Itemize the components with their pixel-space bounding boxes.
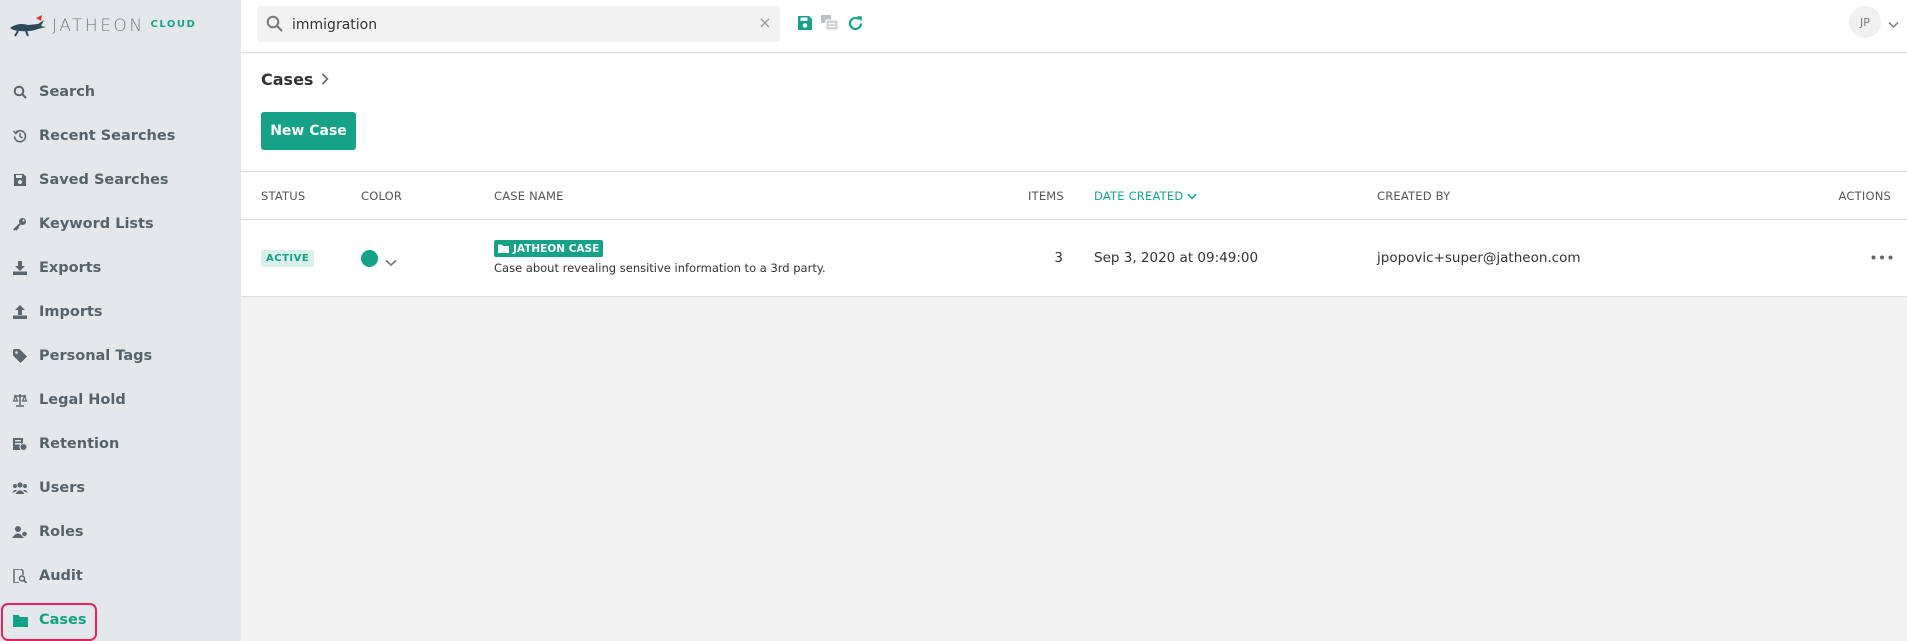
save-search-button[interactable] xyxy=(794,12,816,34)
compare-icon xyxy=(821,15,839,31)
upload-icon xyxy=(12,304,28,320)
sidebar-item-retention[interactable]: Retention xyxy=(0,422,241,466)
search-bar: × xyxy=(257,6,780,42)
sidebar-item-label: Audit xyxy=(39,568,83,584)
tag-icon xyxy=(12,348,28,364)
column-header-actions: ACTIONS xyxy=(1838,189,1891,203)
column-header-created-by[interactable]: CREATED BY xyxy=(1377,189,1450,203)
case-created-by: jpopovic+super@jatheon.com xyxy=(1377,250,1581,266)
cases-table: STATUS COLOR CASE NAME ITEMS DATE CREATE… xyxy=(241,171,1907,297)
top-bar: × JP xyxy=(241,0,1907,53)
brand-name: JATHEON xyxy=(52,16,145,36)
more-actions-button[interactable] xyxy=(1869,250,1895,264)
users-icon xyxy=(12,480,28,496)
sidebar-item-label: Legal Hold xyxy=(39,392,126,408)
sidebar-item-cases[interactable]: Cases xyxy=(0,598,241,641)
sidebar-item-roles[interactable]: Roles xyxy=(0,510,241,554)
brand-suffix: CLOUD xyxy=(150,18,197,30)
search-icon xyxy=(12,84,28,100)
folder-icon xyxy=(498,244,509,253)
sidebar-item-saved-searches[interactable]: Saved Searches xyxy=(0,158,241,202)
search-icon xyxy=(266,15,283,36)
sidebar-item-label: Cases xyxy=(39,612,87,628)
page-header: Cases New Case xyxy=(241,54,1907,171)
column-header-color[interactable]: COLOR xyxy=(361,189,402,203)
column-header-label: DATE CREATED xyxy=(1094,189,1184,203)
brand-logo[interactable]: JATHEON CLOUD xyxy=(8,10,196,42)
logo-icon xyxy=(10,15,46,37)
download-icon xyxy=(12,260,28,276)
sort-descending-icon xyxy=(1187,192,1197,200)
sidebar-item-legal-hold[interactable]: Legal Hold xyxy=(0,378,241,422)
sidebar-item-personal-tags[interactable]: Personal Tags xyxy=(0,334,241,378)
sidebar-nav: Search Recent Searches Saved Searches Ke… xyxy=(0,70,241,641)
refresh-button[interactable] xyxy=(844,12,866,34)
roles-icon xyxy=(12,524,28,540)
sidebar-item-label: Exports xyxy=(39,260,102,276)
sidebar-item-search[interactable]: Search xyxy=(0,70,241,114)
save-icon xyxy=(12,172,28,188)
status-badge: ACTIVE xyxy=(261,250,315,267)
case-name: JATHEON CASE xyxy=(513,242,600,255)
case-items-count: 3 xyxy=(1054,250,1063,266)
key-icon xyxy=(12,216,28,232)
sidebar-item-label: Users xyxy=(39,480,86,496)
case-date-created: Sep 3, 2020 at 09:49:00 xyxy=(1094,250,1259,266)
chevron-down-icon[interactable] xyxy=(1888,14,1899,33)
sidebar-item-label: Keyword Lists xyxy=(39,216,154,232)
retention-icon xyxy=(12,436,28,452)
case-name-link[interactable]: JATHEON CASE xyxy=(494,240,604,257)
sidebar-item-recent-searches[interactable]: Recent Searches xyxy=(0,114,241,158)
chevron-right-icon xyxy=(321,70,330,89)
sidebar: JATHEON CLOUD Search Recent Searches Sav… xyxy=(0,0,241,641)
save-icon xyxy=(798,16,812,30)
table-header: STATUS COLOR CASE NAME ITEMS DATE CREATE… xyxy=(241,172,1907,220)
column-header-date-created[interactable]: DATE CREATED xyxy=(1094,189,1197,203)
sidebar-item-exports[interactable]: Exports xyxy=(0,246,241,290)
sidebar-item-label: Saved Searches xyxy=(39,172,169,188)
sidebar-item-label: Retention xyxy=(39,436,120,452)
sidebar-item-label: Recent Searches xyxy=(39,128,176,144)
column-header-status[interactable]: STATUS xyxy=(261,189,305,203)
history-icon xyxy=(12,128,28,144)
folder-icon xyxy=(12,612,28,628)
chevron-down-icon[interactable] xyxy=(385,252,397,271)
sidebar-item-label: Imports xyxy=(39,304,103,320)
sidebar-item-keyword-lists[interactable]: Keyword Lists xyxy=(0,202,241,246)
sidebar-item-label: Personal Tags xyxy=(39,348,153,364)
table-row[interactable]: ACTIVE JATHEON CASE Case about revealing… xyxy=(241,220,1907,296)
new-case-button[interactable]: New Case xyxy=(261,112,356,150)
scale-icon xyxy=(12,392,28,408)
page-title[interactable]: Cases xyxy=(261,70,313,89)
sidebar-item-users[interactable]: Users xyxy=(0,466,241,510)
search-input[interactable] xyxy=(292,15,732,35)
audit-icon xyxy=(12,568,28,584)
breadcrumb: Cases xyxy=(261,70,330,89)
compare-searches-button[interactable] xyxy=(819,12,841,34)
ellipsis-icon xyxy=(1871,255,1893,259)
sidebar-item-label: Search xyxy=(39,84,96,100)
sidebar-item-imports[interactable]: Imports xyxy=(0,290,241,334)
refresh-icon xyxy=(848,15,862,30)
sidebar-item-label: Roles xyxy=(39,524,84,540)
user-avatar[interactable]: JP xyxy=(1849,6,1881,38)
case-description: Case about revealing sensitive informati… xyxy=(494,261,826,275)
sidebar-item-audit[interactable]: Audit xyxy=(0,554,241,598)
column-header-case-name[interactable]: CASE NAME xyxy=(494,189,564,203)
column-header-items[interactable]: ITEMS xyxy=(1028,189,1064,203)
case-color-swatch[interactable] xyxy=(361,250,378,267)
clear-search-button[interactable]: × xyxy=(756,14,774,32)
